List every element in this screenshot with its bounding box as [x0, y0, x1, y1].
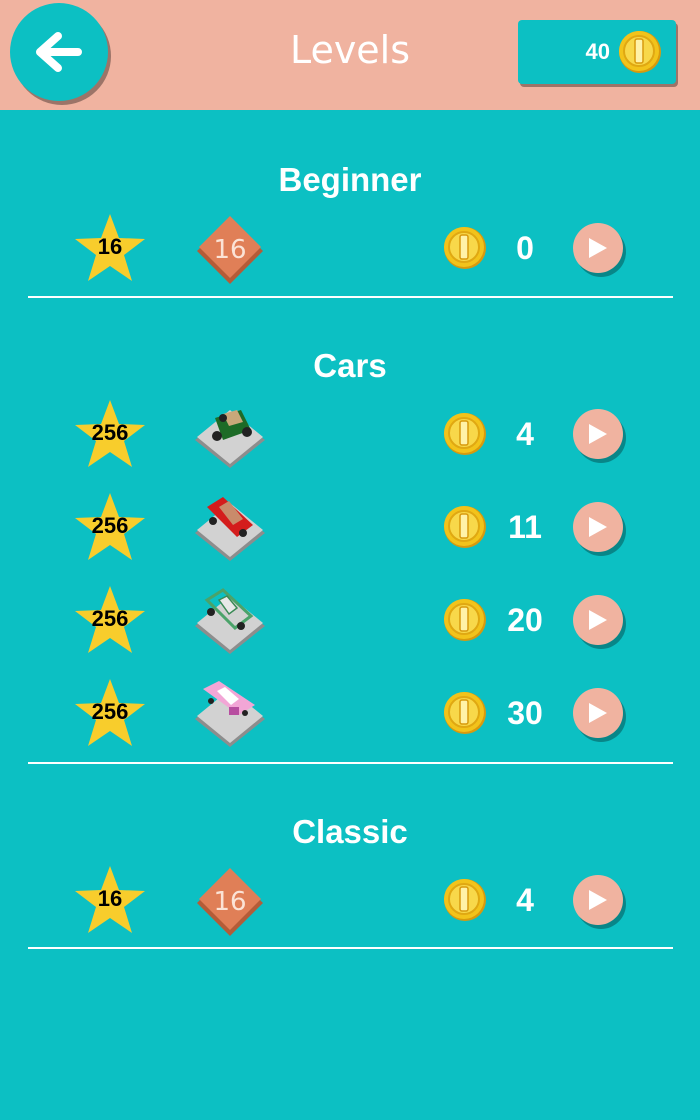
- green-vintage-car-thumbnail: [195, 410, 265, 468]
- level-price: 11: [508, 509, 542, 545]
- level-row: 256 4: [0, 398, 700, 478]
- star-count: 256: [91, 513, 129, 538]
- section-title-cars: Cars: [313, 347, 387, 384]
- star-badge: 16: [74, 864, 146, 936]
- coin-icon: [443, 226, 487, 270]
- play-button[interactable]: [573, 223, 623, 273]
- number-16-tile-thumbnail: 16: [197, 216, 263, 284]
- coin-icon: [443, 598, 487, 642]
- level-row: 256 11: [0, 491, 700, 571]
- section-title-classic: Classic: [292, 813, 408, 850]
- level-price: 20: [507, 602, 543, 638]
- level-price: 4: [516, 416, 534, 452]
- number-16-tile-thumbnail: 16: [197, 868, 263, 936]
- play-button[interactable]: [573, 688, 623, 738]
- play-icon: [589, 610, 607, 630]
- svg-text:16: 16: [213, 887, 246, 917]
- level-row: 256 20: [0, 584, 700, 664]
- star-count: 16: [97, 234, 123, 259]
- star-badge: 16: [74, 212, 146, 284]
- star-count: 16: [97, 886, 123, 911]
- star-badge: 256: [74, 677, 146, 749]
- green-frame-car-thumbnail: [195, 588, 265, 654]
- coin-icon: [443, 691, 487, 735]
- level-row: 16 16 4: [0, 864, 700, 944]
- pink-classic-car-thumbnail: [195, 681, 265, 747]
- coin-icon: [618, 30, 662, 74]
- play-icon: [589, 424, 607, 444]
- star-count: 256: [91, 420, 129, 445]
- section-divider: [28, 762, 673, 764]
- play-icon: [589, 890, 607, 910]
- level-price: 30: [507, 695, 543, 731]
- section-divider: [28, 947, 673, 949]
- coin-balance: 40: [518, 20, 676, 84]
- play-button[interactable]: [573, 409, 623, 459]
- level-row: 16 16 0: [0, 212, 700, 292]
- section-title-beginner: Beginner: [278, 161, 422, 198]
- play-button[interactable]: [573, 875, 623, 925]
- play-icon: [589, 238, 607, 258]
- star-badge: 256: [74, 584, 146, 656]
- star-count: 256: [91, 606, 129, 631]
- level-price: 4: [516, 882, 534, 918]
- star-badge: 256: [74, 491, 146, 563]
- coin-icon: [443, 505, 487, 549]
- coin-icon: [443, 878, 487, 922]
- star-count: 256: [91, 699, 129, 724]
- play-icon: [589, 703, 607, 723]
- red-convertible-car-thumbnail: [195, 497, 265, 561]
- star-badge: 256: [74, 398, 146, 470]
- play-icon: [589, 517, 607, 537]
- svg-text:16: 16: [213, 235, 246, 265]
- play-button[interactable]: [573, 502, 623, 552]
- top-bar: Levels 40: [0, 0, 700, 110]
- coin-balance-count: 40: [585, 39, 610, 64]
- section-divider: [28, 296, 673, 298]
- level-price: 0: [516, 230, 534, 266]
- coin-icon: [443, 412, 487, 456]
- play-button[interactable]: [573, 595, 623, 645]
- level-row: 256 30: [0, 677, 700, 757]
